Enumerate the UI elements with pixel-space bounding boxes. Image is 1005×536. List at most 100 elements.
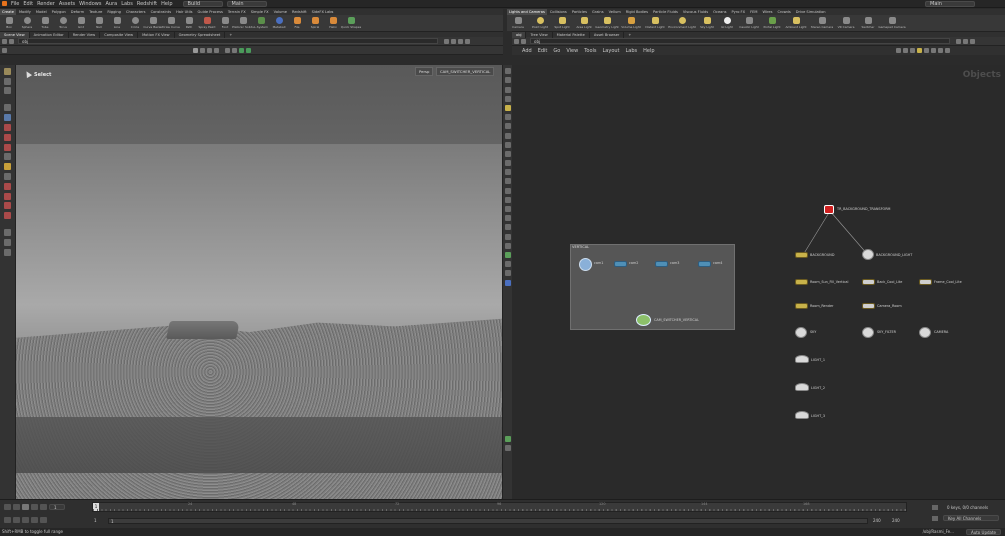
- display-icon[interactable]: [504, 224, 511, 231]
- display-icon[interactable]: [504, 233, 511, 240]
- menu-assets[interactable]: Assets: [59, 1, 75, 7]
- net-menu-tools[interactable]: Tools: [584, 48, 596, 54]
- persp-menu[interactable]: Persp: [415, 67, 434, 76]
- back-cool-lite-node[interactable]: [862, 279, 875, 285]
- tool-geometry-light[interactable]: Geometry Light: [595, 15, 619, 31]
- net-menu-view[interactable]: View: [566, 48, 578, 54]
- menu-edit[interactable]: Edit: [23, 1, 33, 7]
- display-icon[interactable]: [504, 132, 511, 139]
- network-box-vertical[interactable]: VERTICAL: [570, 244, 735, 330]
- start-frame-field[interactable]: 1: [94, 518, 97, 523]
- audio-icon[interactable]: [31, 517, 38, 523]
- tool-icon[interactable]: [4, 182, 11, 190]
- tool-icon[interactable]: [4, 172, 11, 180]
- pane-tab-animation-editor[interactable]: Animation Editor: [30, 31, 69, 38]
- camera-node-cam2[interactable]: [614, 261, 627, 267]
- pin-icon[interactable]: [956, 38, 961, 44]
- viewport-menu-icon[interactable]: [2, 47, 7, 53]
- pane-tab-asset-browser[interactable]: Asset Browser: [590, 31, 625, 38]
- range-slider[interactable]: 1: [108, 518, 868, 524]
- camera-node-cam4[interactable]: [698, 261, 711, 267]
- select-mode-icon[interactable]: [193, 47, 198, 53]
- pane-tab-obj[interactable]: obj: [512, 31, 527, 38]
- tool-l-system[interactable]: L-System: [252, 15, 270, 31]
- tool-icon[interactable]: [4, 212, 11, 220]
- snap-icon[interactable]: [916, 48, 922, 53]
- net-menu-layout[interactable]: Layout: [603, 48, 620, 54]
- camera-node-cam3[interactable]: [655, 261, 668, 267]
- key-all-icon[interactable]: [932, 516, 938, 521]
- tool-sphere[interactable]: Sphere: [18, 15, 36, 31]
- tool-metaball[interactable]: Metaball: [270, 15, 288, 31]
- settings-gear-icon[interactable]: [40, 517, 47, 523]
- right-path-field[interactable]: obj: [530, 38, 950, 44]
- handle-tool-icon[interactable]: [4, 77, 11, 85]
- tool-switcher[interactable]: Switcher: [857, 15, 879, 31]
- end-frame-field[interactable]: 240: [873, 518, 881, 523]
- display-icon[interactable]: [504, 141, 511, 148]
- display-icon[interactable]: [504, 160, 511, 167]
- tool-file[interactable]: File: [288, 15, 306, 31]
- tool-circle[interactable]: Circle: [126, 15, 144, 31]
- info-icon[interactable]: [930, 48, 936, 53]
- select-tool-icon[interactable]: [4, 67, 11, 75]
- room-sun-fill-node[interactable]: [795, 279, 808, 285]
- background-light-node[interactable]: [862, 249, 874, 260]
- display-icon[interactable]: [504, 150, 511, 157]
- visible-only-icon[interactable]: [214, 47, 219, 53]
- sky-filter-node[interactable]: [862, 327, 874, 338]
- help-icon[interactable]: [970, 38, 975, 44]
- menu-file[interactable]: File: [11, 1, 19, 7]
- tool-spiral[interactable]: Spiral: [306, 15, 324, 31]
- tool-helix[interactable]: Helix: [324, 15, 342, 31]
- tool-gi-light[interactable]: GI Light: [717, 15, 737, 31]
- tool-tube[interactable]: Tube: [36, 15, 54, 31]
- tool-environment-light[interactable]: Environment Light: [667, 15, 697, 31]
- display-icon[interactable]: [504, 178, 511, 185]
- play-icon[interactable]: [31, 504, 38, 510]
- net-menu-add[interactable]: Add: [522, 48, 532, 54]
- forward-arrow-icon[interactable]: [521, 38, 526, 44]
- help-icon[interactable]: [465, 38, 470, 44]
- light-2-node[interactable]: [795, 383, 809, 391]
- wrench-icon[interactable]: [895, 48, 901, 53]
- pin-icon[interactable]: [444, 38, 449, 44]
- tool-draw-curve[interactable]: Draw Curve: [162, 15, 180, 31]
- menu-render[interactable]: Render: [37, 1, 55, 7]
- camera-room-node[interactable]: [862, 303, 875, 309]
- display-icon[interactable]: [504, 187, 511, 194]
- auto-update-button[interactable]: Auto Update: [965, 529, 1001, 535]
- tool-grid[interactable]: Grid: [72, 15, 90, 31]
- key-all-channels-button[interactable]: Key All Channels: [943, 515, 999, 521]
- display-icon[interactable]: [504, 435, 511, 442]
- menu-redshift[interactable]: Redshift: [137, 1, 157, 7]
- display-icon[interactable]: [504, 444, 511, 451]
- view-options-icon[interactable]: [458, 38, 463, 44]
- tool-spray-paint[interactable]: Spray Paint: [198, 15, 216, 31]
- sky-node[interactable]: [795, 327, 807, 338]
- tool-gamepad-camera[interactable]: Gamepad Camera: [878, 15, 906, 31]
- display-icon[interactable]: [504, 77, 511, 84]
- tool-sky-light[interactable]: Sky Light: [697, 15, 717, 31]
- tool-stereo-camera[interactable]: Stereo Camera: [809, 15, 835, 31]
- back-arrow-icon[interactable]: [2, 38, 7, 44]
- display-icon[interactable]: [504, 123, 511, 130]
- add-pane-tab-button[interactable]: +: [225, 32, 236, 38]
- tool-vr-camera[interactable]: VR Camera: [835, 15, 857, 31]
- background-node[interactable]: [795, 252, 808, 258]
- add-pane-tab-button[interactable]: +: [624, 32, 635, 38]
- left-path-field[interactable]: obj: [18, 38, 438, 44]
- back-arrow-icon[interactable]: [514, 38, 519, 44]
- camera-menu[interactable]: CAM_SWITCHER_VERTICAL: [436, 67, 495, 76]
- forward-arrow-icon[interactable]: [9, 38, 14, 44]
- tool-spot-light[interactable]: Spot Light: [551, 15, 573, 31]
- handles-icon[interactable]: [232, 47, 237, 53]
- display-icon[interactable]: [504, 86, 511, 93]
- tool-icon[interactable]: [4, 163, 11, 171]
- tool-icon[interactable]: [4, 248, 11, 256]
- tool-icon[interactable]: [4, 238, 11, 246]
- tool-line[interactable]: Line: [108, 15, 126, 31]
- tool-icon[interactable]: [4, 192, 11, 200]
- global-end-field[interactable]: 240: [892, 518, 900, 523]
- tool-curve-bezier[interactable]: Curve Bezier: [143, 15, 163, 31]
